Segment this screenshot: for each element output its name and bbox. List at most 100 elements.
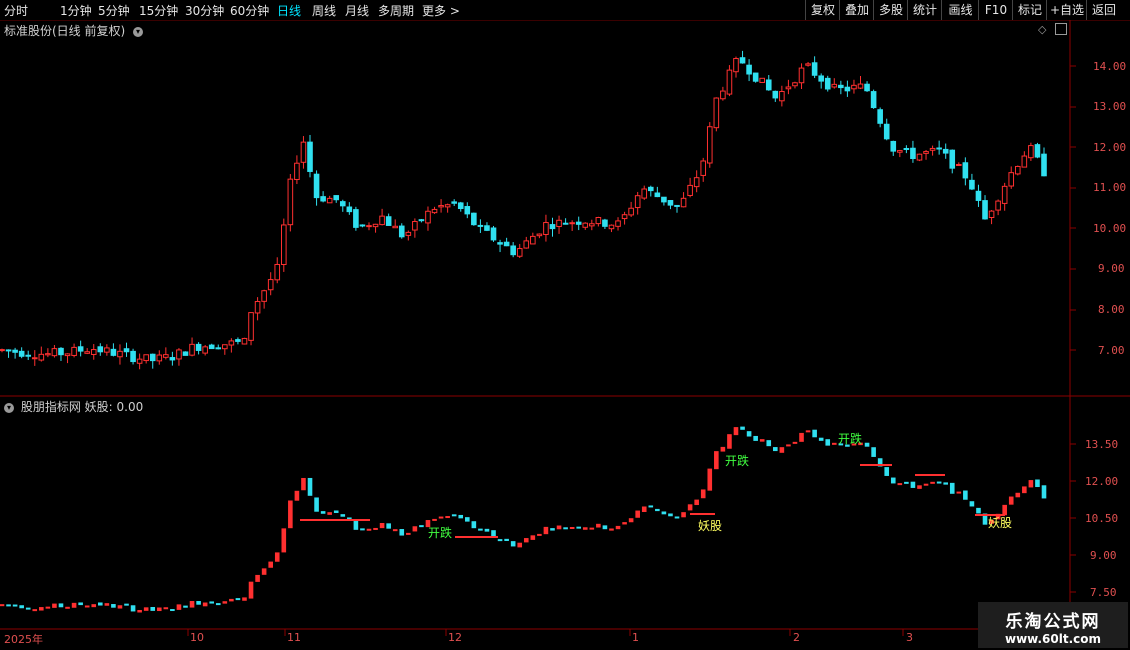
yao-gu-signal: 妖股 [988,516,1013,530]
candle-body [608,224,615,230]
indicator-bar [176,604,182,610]
candle-body [353,209,359,228]
indicator-bar [700,489,706,499]
indicator-bar [517,542,523,548]
indicator-bar [641,506,647,513]
candle-body [195,343,202,351]
indicator-bar [143,607,149,611]
candle-body [58,347,64,356]
candle-body [824,77,831,90]
indicator-bar [871,447,876,457]
indicator-bar [812,429,817,438]
candle-body [785,86,792,90]
indicator-price-label: 9.00 [1090,549,1117,562]
candle-body [923,151,929,154]
kline-chart[interactable] [0,0,1130,650]
indicator-bar [897,483,903,486]
candle-body [51,348,58,357]
candle-body [0,349,5,352]
candle-body [877,109,883,124]
indicator-bar [864,442,870,447]
indicator-bar [674,516,680,519]
candle-body [110,348,117,356]
candle-body [477,224,484,227]
candle-body [700,160,707,176]
candle-body [280,224,287,265]
indicator-bar [910,481,916,488]
indicator-bar [576,526,582,529]
candle-body [765,79,772,91]
indicator-bar [215,603,221,606]
candle-body [169,357,176,361]
indicator-bar [406,532,411,535]
watermark-line2: www.60lt.com [1004,632,1102,646]
candle-body [556,219,562,227]
candle-body [182,351,189,356]
date-label: 2025年 [4,633,43,646]
candle-body [418,219,425,222]
candle-body [1008,172,1015,187]
candle-body [189,343,195,356]
candle-body [18,350,25,357]
candle-body [248,312,254,341]
candle-body [143,354,149,362]
indicator-bar [766,440,772,447]
indicator-bar [432,518,437,521]
date-label: 11 [287,631,301,644]
indicator-bar [307,477,313,496]
candle-body [208,344,215,350]
candle-body [490,227,497,241]
indicator-bar [655,508,660,512]
candle-body [405,231,412,236]
candle-body [936,147,942,150]
candle-body [84,351,90,354]
indicator-bar [759,439,765,442]
candle-body [359,224,366,227]
candle-body [897,150,903,153]
indicator-bar [831,442,837,445]
watermark-line1: 乐淘公式网 [1005,612,1101,632]
candle-body [851,84,857,90]
date-label: 1 [632,631,639,644]
indicator-bar [753,435,758,441]
indicator-bar [314,497,319,512]
candle-body [31,357,38,360]
indicator-bar [622,522,627,525]
indicator-bar [949,482,955,494]
indicator-bar [445,516,450,519]
candle-body [497,242,503,245]
candle-body [398,225,405,238]
indicator-bar [98,602,103,606]
candle-body [451,201,457,204]
candle-body [104,347,110,353]
indicator-bar [648,505,654,508]
indicator-bar [963,490,968,500]
indicator-bar [366,528,372,531]
indicator-bar [6,604,11,607]
candle-body [326,197,333,204]
candle-body [962,162,969,179]
indicator-bar [91,604,97,608]
price-label: 7.00 [1098,344,1125,357]
kai-die-signal: 开跌 [725,454,750,468]
candle-body [97,346,104,353]
price-label: 8.00 [1098,303,1125,316]
indicator-bar [274,552,280,562]
indicator-bar [412,526,418,532]
candle-body [5,349,12,352]
candle-body [313,173,320,199]
indicator-bar [39,607,44,611]
candle-body [595,217,602,225]
price-label: 13.00 [1093,100,1127,113]
candle-body [674,204,680,207]
indicator-bar [156,607,162,612]
candle-body [536,233,543,237]
candle-body [25,354,32,357]
candle-body [883,123,890,140]
main-candles [0,50,1047,370]
candle-body [680,197,687,208]
candle-body [569,222,575,225]
candle-body [117,350,123,358]
candle-body [215,347,222,350]
candle-body [241,337,248,345]
